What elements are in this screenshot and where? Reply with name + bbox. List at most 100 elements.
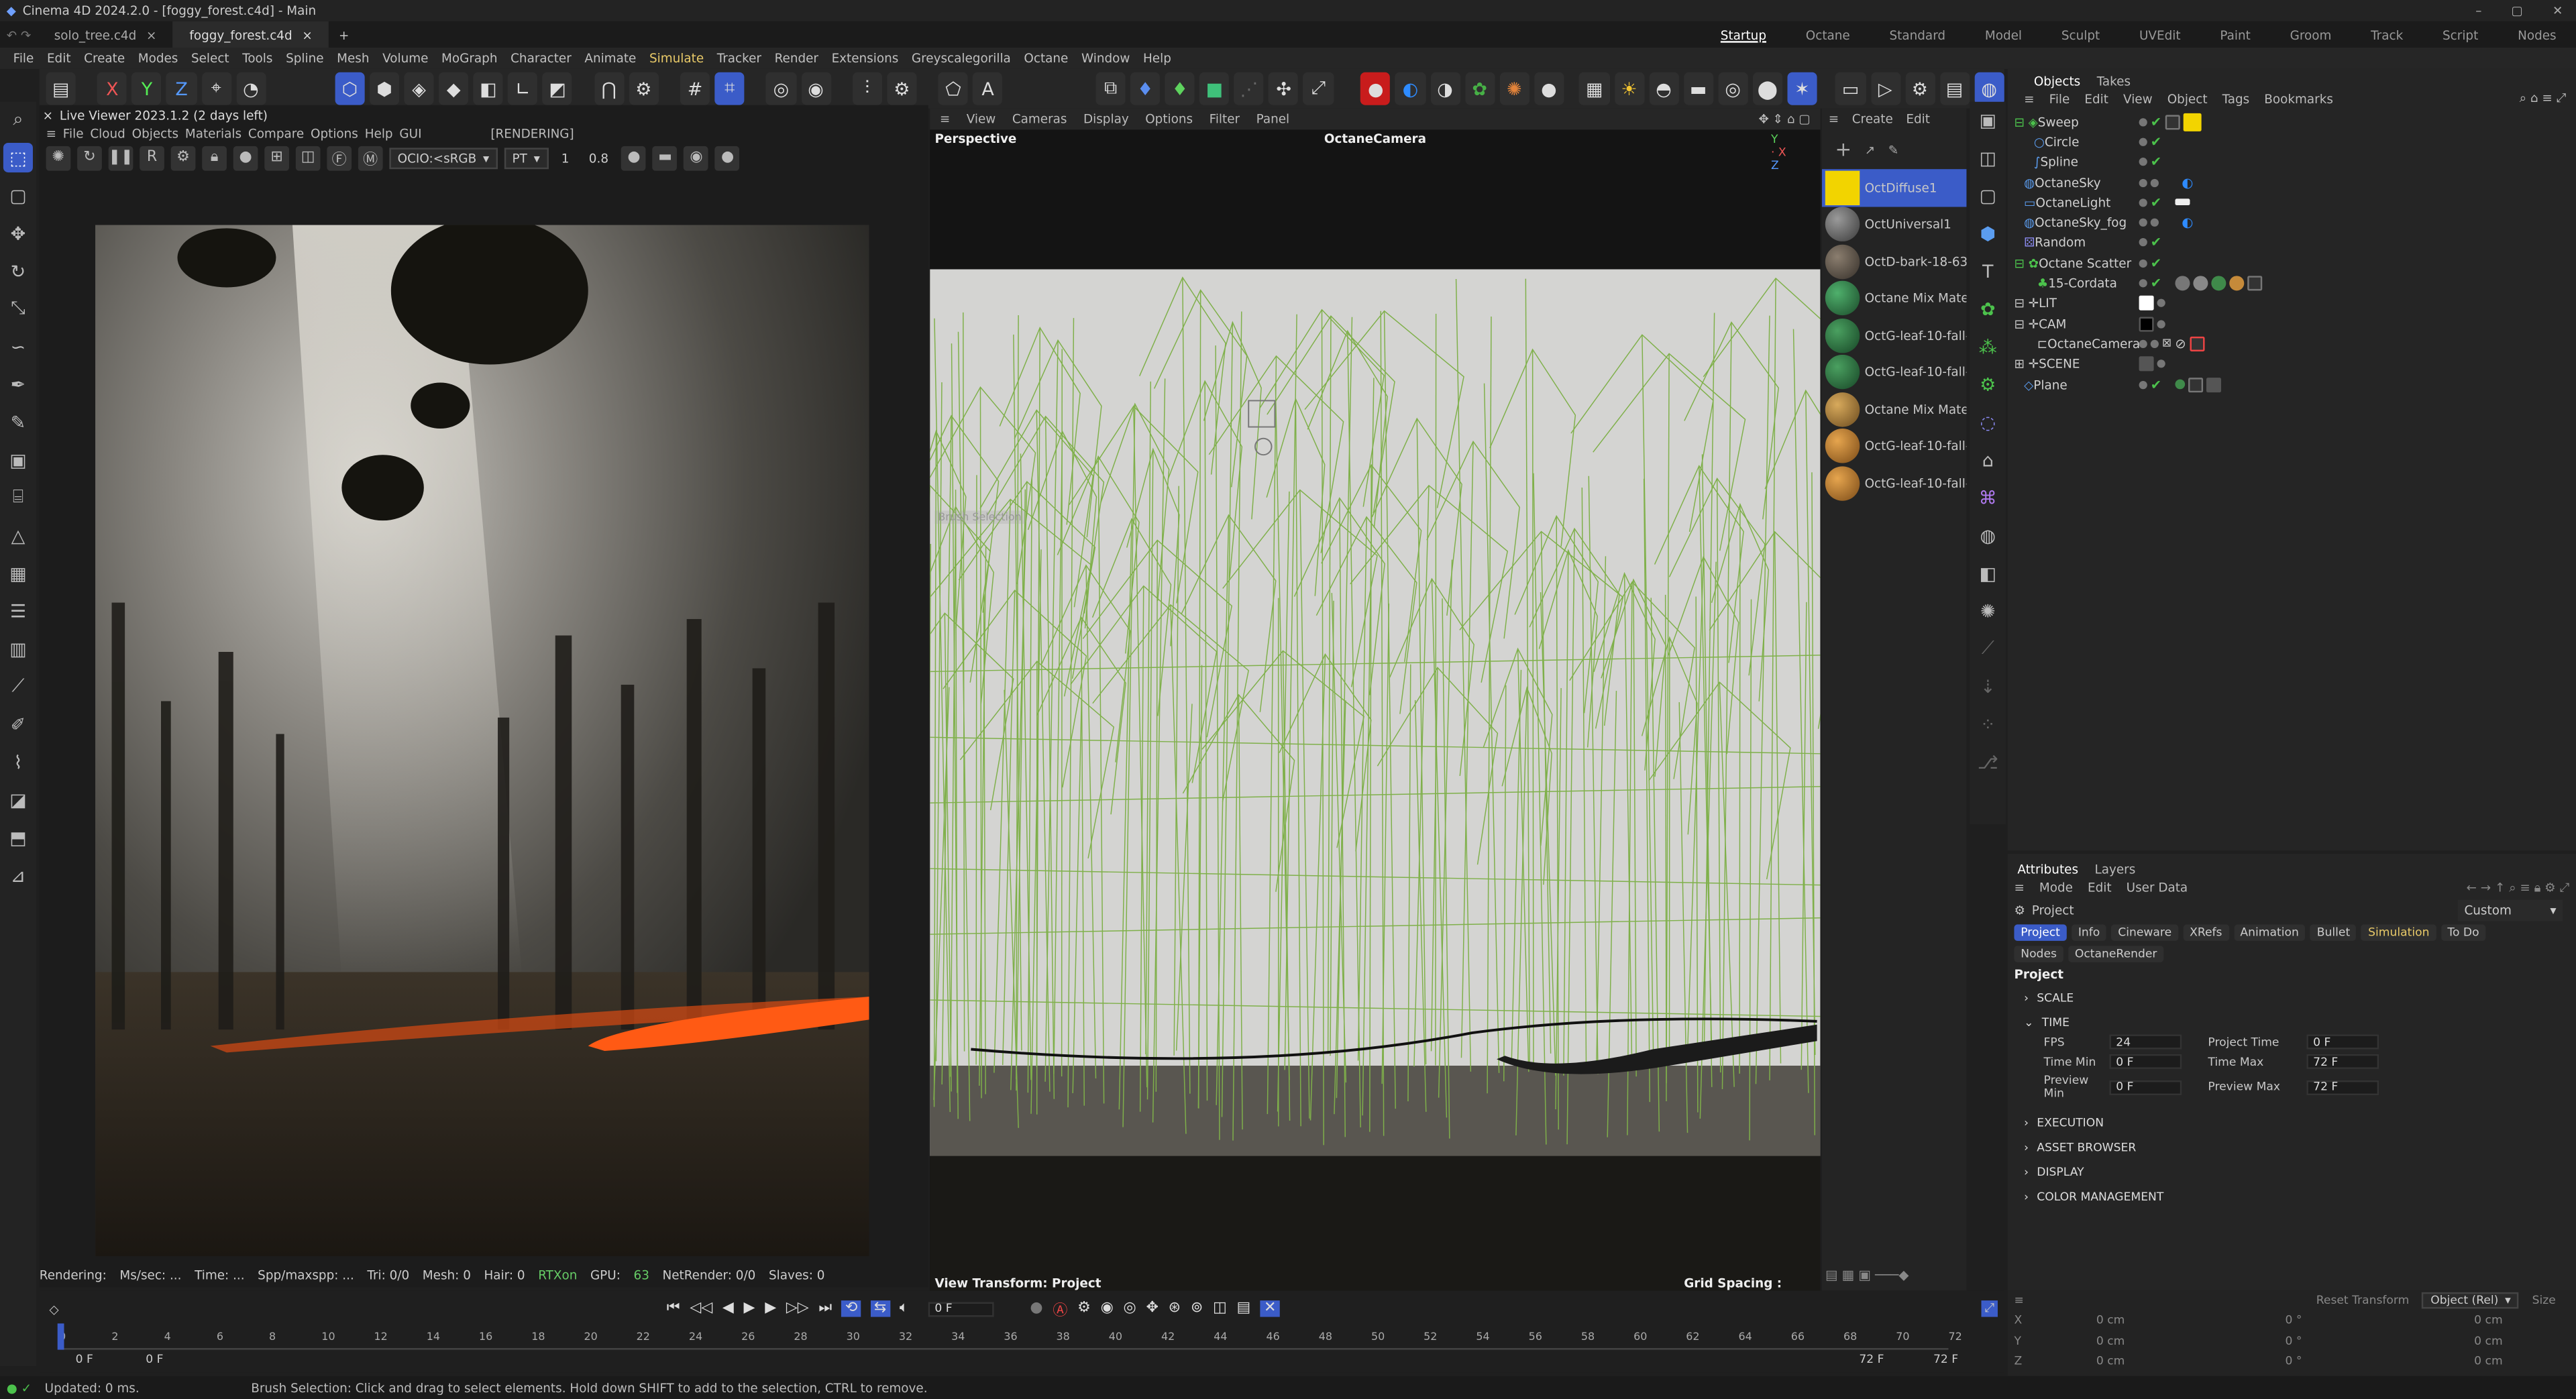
vp-menu-panel[interactable]: Panel [1256,111,1290,126]
reset-transform-button[interactable]: Reset Transform [2316,1294,2410,1307]
render-image[interactable] [95,225,869,1256]
rotate-icon[interactable]: ↻ [3,256,33,286]
gear-icon[interactable]: ⚙ [887,72,917,105]
ring-icon[interactable]: ◎ [1718,72,1748,105]
box-icon[interactable]: ▣ [3,445,33,475]
x-axis-icon[interactable]: X [97,72,127,105]
dots-icon[interactable]: ⁘ [1973,710,2002,739]
preview-min-field[interactable]: 0 F [2109,1079,2182,1095]
pill-to-do[interactable]: To Do [2440,924,2486,940]
y-axis-icon[interactable]: Y [131,72,162,105]
knife-icon[interactable]: ⟋ [3,671,33,701]
lv-menu-options[interactable]: Options [311,125,358,140]
section-execution[interactable]: › EXECUTION [2008,1110,2576,1135]
preset-select[interactable]: Custom ▾ [2457,899,2563,921]
rect-icon[interactable]: ▢ [1973,180,2002,210]
project-time-field[interactable]: 0 F [2306,1034,2379,1050]
text-icon[interactable]: T [1973,256,2002,286]
stack-icon[interactable]: ☰ [3,596,33,626]
keyframe-icon[interactable]: ◇ [49,1301,58,1316]
rot-x[interactable]: 0 ° [2286,1314,2475,1327]
tab-layers[interactable]: Layers [2095,862,2136,877]
circle-icon[interactable]: ● [715,145,740,170]
section-time[interactable]: ⌄ TIME [2008,1010,2576,1035]
rot-z[interactable]: 0 ° [2286,1355,2475,1369]
back-icon[interactable]: ↶ ↷ [0,27,38,42]
pill-info[interactable]: Info [2072,924,2107,940]
cube-icon[interactable]: ⬠ [938,72,969,105]
object-row-cam[interactable]: ⊟ ✛ CAM [2008,314,2576,334]
vp-menu-filter[interactable]: Filter [1210,111,1240,126]
cube-icon[interactable]: ⬢ [1973,219,2002,248]
time-min-field[interactable]: 0 F [2109,1054,2182,1069]
pos-z[interactable]: 0 cm [2096,1355,2286,1369]
gear-icon[interactable]: ⚙ [170,145,196,170]
hamburger-icon[interactable]: ≡ [46,125,56,140]
pill-nodes[interactable]: Nodes [2014,945,2063,962]
menu-render[interactable]: Render [768,51,825,66]
light-icon[interactable]: ✺ [1973,596,2002,626]
key-list-icon[interactable]: ▤ [1237,1300,1251,1317]
object-row-octanesky[interactable]: ◍ OctaneSky ◐ [2008,172,2576,192]
vp-menu-options[interactable]: Options [1145,111,1193,126]
layout-icon[interactable]: ◫ [1973,143,2002,172]
object-row-octanesky-fog[interactable]: ◍ OctaneSky_fog ◐ [2008,213,2576,233]
key-rot-icon[interactable]: ◎ [1124,1300,1136,1317]
section-scale[interactable]: › SCALE [2008,985,2576,1010]
checker-icon[interactable]: ▦ [1579,72,1609,105]
layout-tab-track[interactable]: Track [2351,21,2423,48]
viewport-nav-icons[interactable]: ✥ ⇕ ⌂ ▢ [1758,111,1820,126]
render-queue-icon[interactable]: ▤ [1939,72,1970,105]
close-icon[interactable]: ✕ [2553,3,2563,18]
size-y[interactable]: 0 cm [2474,1335,2503,1348]
go-to-end-icon[interactable]: ⏭ [818,1300,832,1317]
paint-icon[interactable]: ✎ [3,407,33,437]
lv-menu-gui[interactable]: GUI [399,125,421,140]
object-row-octanelight[interactable]: ▭ OctaneLight ✔ [2008,192,2576,213]
render-region-icon[interactable]: ▭ [1835,72,1866,105]
key-param-icon[interactable]: ⊛ [1169,1300,1181,1317]
timeline-preview-start[interactable]: 0 F [146,1353,163,1366]
camera-view-icon[interactable]: ▣ [1973,105,2002,135]
f-icon[interactable]: Ⓕ [327,145,352,170]
play-icon[interactable]: ▶ [744,1300,755,1317]
layout-tab-octane[interactable]: Octane [1786,21,1870,48]
hamburger-icon[interactable]: ≡ [2024,91,2034,106]
solo-icon[interactable]: ◎ [766,72,796,105]
vp-menu-display[interactable]: Display [1083,111,1129,126]
area-light-icon[interactable]: ▬ [1683,72,1713,105]
doc-tab-solo-tree[interactable]: solo_tree.c4d × [38,21,173,48]
lv-menu-cloud[interactable]: Cloud [90,125,125,140]
pen-icon[interactable]: ✒ [3,370,33,399]
attr-menu-user-data[interactable]: User Data [2127,880,2188,895]
camera-icon[interactable]: ◉ [684,145,709,170]
send-scene-icon[interactable]: ✺ [46,145,71,170]
menu-mograph[interactable]: MoGraph [435,51,504,66]
material-item[interactable]: OctG-leaf-10-fall-2 [1822,354,1966,391]
octane-toggle-icon[interactable]: ◑ [1430,72,1460,105]
object-row-15-cordata[interactable]: ♣ 15-Cordata ✔ [2008,273,2576,293]
points-mode-icon[interactable]: ⬢ [369,72,400,105]
mat-menu-edit[interactable]: Edit [1906,111,1930,126]
key-scale-icon[interactable]: ✥ [1146,1300,1158,1317]
playhead[interactable] [57,1323,64,1350]
menu-octane[interactable]: Octane [1018,51,1075,66]
timeline-start[interactable]: 0 F [76,1353,93,1366]
layout-tab-nodes[interactable]: Nodes [2498,21,2576,48]
record-off-icon[interactable]: ● [1030,1300,1042,1317]
prev-frame-icon[interactable]: ◀ [722,1300,734,1317]
letter-icon[interactable]: A [973,72,1003,105]
menu-tracker[interactable]: Tracker [710,51,768,66]
axis-mode-icon[interactable]: ∟ [508,72,538,105]
scene-icon[interactable]: ⌂ [1973,445,2002,475]
brush-icon[interactable]: ⟋ [1973,634,2002,663]
sound-icon[interactable]: 🔈︎ [900,1300,908,1317]
timeline-preview-end[interactable]: 72 F [1859,1353,1884,1366]
object-row-lit[interactable]: ⊟ ✛ LIT [2008,293,2576,313]
cone-icon[interactable]: △ [3,520,33,550]
maximize-icon[interactable]: ▢ [2512,3,2523,18]
menu-volume[interactable]: Volume [376,51,435,66]
object-row-spline[interactable]: ∫ Spline ✔ [2008,152,2576,172]
time-max-field[interactable]: 72 F [2306,1054,2379,1069]
polygons-mode-icon[interactable]: ◆ [439,72,469,105]
